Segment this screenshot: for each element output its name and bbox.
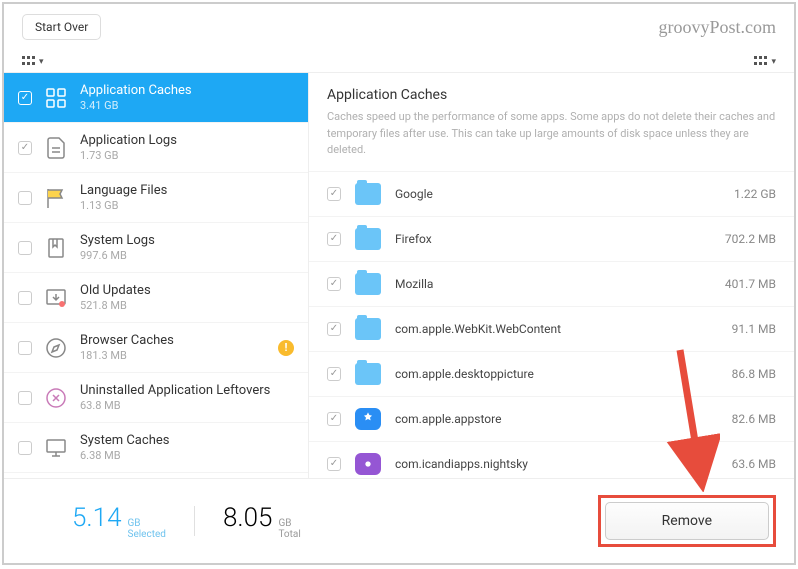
category-name: Browser Caches	[80, 333, 268, 348]
log-icon	[42, 134, 70, 162]
category-name: Uninstalled Application Leftovers	[80, 383, 298, 398]
sidebar-item-application-caches[interactable]: ✓ Application Caches 3.41 GB	[4, 73, 308, 123]
list-item[interactable]: ✓ com.apple.WebKit.WebContent 91.1 MB	[309, 306, 794, 351]
checkbox[interactable]	[18, 191, 32, 205]
item-size: 401.7 MB	[725, 277, 776, 291]
item-name: com.icandiapps.nightsky	[395, 457, 718, 471]
item-name: com.apple.appstore	[395, 412, 718, 426]
chevron-down-icon: ▾	[771, 57, 776, 67]
detail-panel: Application Caches Caches speed up the p…	[309, 73, 794, 478]
list-item[interactable]: ✓ com.apple.desktoppicture 86.8 MB	[309, 351, 794, 396]
grid-icon	[22, 56, 36, 68]
view-mode-right[interactable]: ▾	[754, 56, 776, 68]
divider	[194, 506, 195, 536]
checkbox[interactable]: ✓	[327, 322, 341, 336]
detail-title: Application Caches	[327, 87, 776, 103]
category-size: 63.8 MB	[80, 399, 298, 412]
warning-icon: !	[278, 340, 294, 356]
grid-icon	[754, 56, 768, 68]
sidebar-item-browser-caches[interactable]: Browser Caches 181.3 MB !	[4, 323, 308, 373]
list-item[interactable]: ✓ Google 1.22 GB	[309, 171, 794, 216]
category-size: 3.41 GB	[80, 99, 298, 112]
chevron-down-icon: ▾	[39, 57, 44, 67]
item-size: 86.8 MB	[732, 367, 776, 381]
item-name: com.apple.desktoppicture	[395, 367, 718, 381]
list-item[interactable]: ✓ Mozilla 401.7 MB	[309, 261, 794, 306]
detail-description: Caches speed up the performance of some …	[327, 109, 776, 159]
folder-icon	[355, 183, 381, 205]
checkbox[interactable]: ✓	[18, 91, 32, 105]
checkbox[interactable]: ✓	[327, 232, 341, 246]
category-name: Old Updates	[80, 283, 298, 298]
sidebar-item-old-updates[interactable]: Old Updates 521.8 MB	[4, 273, 308, 323]
compass-icon	[42, 334, 70, 362]
sidebar-item-uninstalled-application-leftovers[interactable]: Uninstalled Application Leftovers 63.8 M…	[4, 373, 308, 423]
view-mode-left[interactable]: ▾	[22, 56, 44, 68]
start-over-button[interactable]: Start Over	[22, 14, 101, 40]
checkbox[interactable]	[18, 291, 32, 305]
x-icon	[42, 384, 70, 412]
category-size: 6.38 MB	[80, 449, 298, 462]
item-size: 82.6 MB	[732, 412, 776, 426]
app-icon	[355, 408, 381, 430]
item-size: 702.2 MB	[725, 232, 776, 246]
watermark: groovyPost.com	[658, 17, 776, 38]
item-list: ✓ Google 1.22 GB ✓ Firefox 702.2 MB ✓ Mo…	[309, 171, 794, 479]
category-size: 521.8 MB	[80, 299, 298, 312]
checkbox[interactable]	[18, 441, 32, 455]
category-name: System Logs	[80, 233, 298, 248]
app-icon	[355, 453, 381, 475]
category-name: Language Files	[80, 183, 298, 198]
sidebar-item-system-caches[interactable]: System Caches 6.38 MB	[4, 423, 308, 473]
list-item[interactable]: ✓ Firefox 702.2 MB	[309, 216, 794, 261]
item-name: Mozilla	[395, 277, 711, 291]
category-name: Application Caches	[80, 83, 298, 98]
folder-icon	[355, 363, 381, 385]
item-size: 91.1 MB	[732, 322, 776, 336]
sidebar: ✓ Application Caches 3.41 GB ✓ Applicati…	[4, 73, 309, 478]
item-size: 63.6 MB	[732, 457, 776, 471]
item-name: com.apple.WebKit.WebContent	[395, 322, 718, 336]
grid-icon	[42, 84, 70, 112]
toolbar: ▾ ▾	[4, 50, 794, 72]
folder-icon	[355, 318, 381, 340]
download-icon	[42, 284, 70, 312]
item-size: 1.22 GB	[734, 187, 776, 201]
checkbox[interactable]: ✓	[327, 412, 341, 426]
list-item[interactable]: ✓ com.icandiapps.nightsky 63.6 MB	[309, 441, 794, 479]
item-name: Firefox	[395, 232, 711, 246]
sidebar-item-language-files[interactable]: Language Files 1.13 GB	[4, 173, 308, 223]
category-size: 1.73 GB	[80, 149, 298, 162]
checkbox[interactable]	[18, 341, 32, 355]
flag-icon	[42, 184, 70, 212]
category-size: 181.3 MB	[80, 349, 268, 362]
remove-highlight: Remove	[598, 495, 776, 547]
folder-icon	[355, 228, 381, 250]
checkbox[interactable]: ✓	[327, 457, 341, 471]
monitor-icon	[42, 434, 70, 462]
checkbox[interactable]: ✓	[18, 141, 32, 155]
checkbox[interactable]: ✓	[327, 187, 341, 201]
bookmark-icon	[42, 234, 70, 262]
checkbox[interactable]	[18, 391, 32, 405]
sidebar-item-system-logs[interactable]: System Logs 997.6 MB	[4, 223, 308, 273]
header: Start Over groovyPost.com	[4, 4, 794, 50]
checkbox[interactable]: ✓	[327, 277, 341, 291]
item-name: Google	[395, 187, 720, 201]
category-size: 1.13 GB	[80, 199, 298, 212]
list-item[interactable]: ✓ com.apple.appstore 82.6 MB	[309, 396, 794, 441]
category-name: Application Logs	[80, 133, 298, 148]
checkbox[interactable]	[18, 241, 32, 255]
selected-size: 5.14 GBSelected	[72, 503, 166, 540]
footer: 5.14 GBSelected 8.05 GBTotal Remove	[4, 478, 794, 563]
category-name: System Caches	[80, 433, 298, 448]
remove-button[interactable]: Remove	[605, 502, 769, 540]
sidebar-item-application-logs[interactable]: ✓ Application Logs 1.73 GB	[4, 123, 308, 173]
total-size: 8.05 GBTotal	[223, 503, 301, 540]
category-size: 997.6 MB	[80, 249, 298, 262]
checkbox[interactable]: ✓	[327, 367, 341, 381]
folder-icon	[355, 273, 381, 295]
